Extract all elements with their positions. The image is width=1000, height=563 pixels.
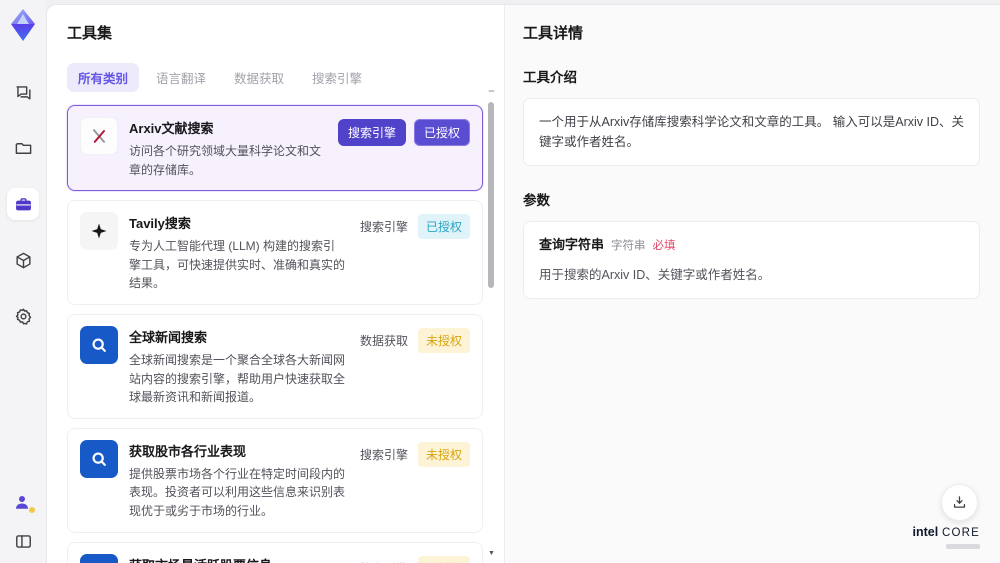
param-desc: 用于搜索的Arxiv ID、关键字或作者姓名。 [539, 267, 771, 282]
tool-desc: 专为人工智能代理 (LLM) 构建的搜索引擎工具，可快速提供实时、准确和真实的结… [129, 239, 346, 291]
scrollbar-thumb[interactable] [488, 102, 494, 288]
tab-all-categories[interactable]: 所有类别 [67, 63, 140, 92]
chat-icon[interactable] [7, 76, 39, 108]
tool-tags: 数据获取 未授权 [358, 326, 470, 407]
status-badge: 未授权 [417, 327, 470, 353]
sparkle-icon [80, 212, 118, 251]
category-tabs: 所有类别 语言翻译 数据获取 搜索引擎 [67, 63, 504, 92]
toolbox-icon[interactable] [7, 188, 39, 220]
brand-subline [946, 544, 980, 549]
brand-core: CORE [941, 527, 980, 539]
tool-detail-panel: 工具详情 工具介绍 一个用于从Arxiv存储库搜索科学论文和文章的工具。 输入可… [504, 5, 1000, 563]
intel-core-logo: intel CORE [912, 523, 980, 549]
page-title: 工具集 [67, 25, 113, 42]
params-heading: 参数 [523, 193, 550, 208]
user-avatar[interactable] [13, 493, 35, 513]
left-rail [0, 0, 46, 563]
tool-title: 获取股市各行业表现 [129, 443, 247, 459]
folder-icon[interactable] [7, 132, 39, 164]
tool-title: Arxiv文献搜索 [129, 121, 214, 136]
tool-card-arxiv[interactable]: Arxiv文献搜索 访问各个研究领域大量科学论文和文章的存储库。 搜索引擎 已授… [67, 105, 483, 192]
tool-desc: 全球新闻搜索是一个聚合全球各大新闻网站内容的搜索引擎，帮助用户快速获取全球最新资… [129, 352, 346, 405]
tool-desc: 提供股票市场各个行业在特定时间段内的表现。投资者可以利用这些信息来识别表现优于或… [129, 466, 346, 518]
detail-title: 工具详情 [523, 25, 584, 42]
app-logo[interactable] [9, 8, 37, 42]
status-badge: 已授权 [417, 214, 470, 240]
collapse-sidebar-icon[interactable] [11, 529, 35, 553]
scroll-up-arrow[interactable]: ▔ [488, 92, 495, 99]
status-badge: 未授权 [417, 441, 470, 467]
tab-data-fetch[interactable]: 数据获取 [223, 63, 295, 92]
list-scrollbar[interactable]: ▔ ▼ [488, 92, 495, 557]
category-tag[interactable]: 搜索引擎 [337, 119, 406, 146]
param-type: 字符串 [611, 240, 646, 252]
tool-text: 获取市场最活跃股票信息 提供当天交易量最高的股票列表，投资者可以利用这些信息来识… [129, 554, 347, 563]
category-tag: 搜索引擎 [359, 447, 408, 462]
tool-card-sector-performance[interactable]: 获取股市各行业表现 提供股票市场各个行业在特定时间段内的表现。投资者可以利用这些… [67, 427, 483, 533]
scroll-down-arrow[interactable]: ▼ [488, 550, 495, 557]
settings-gear-icon[interactable] [7, 300, 39, 332]
tool-title: 全球新闻搜索 [129, 329, 208, 345]
rail-nav [7, 76, 39, 332]
tool-card-list: Arxiv文献搜索 访问各个研究领域大量科学论文和文章的存储库。 搜索引擎 已授… [67, 105, 483, 563]
stock-search-icon [80, 439, 118, 478]
app-window: 工具集 所有类别 语言翻译 数据获取 搜索引擎 Arxiv文献搜索 访问各个研究… [0, 0, 1000, 563]
tool-text: 全球新闻搜索 全球新闻搜索是一个聚合全球各大新闻网站内容的搜索引擎，帮助用户快速… [129, 326, 347, 407]
intro-text: 一个用于从Arxiv存储库搜索科学论文和文章的工具。 输入可以是Arxiv ID… [539, 115, 965, 149]
package-icon[interactable] [7, 244, 39, 276]
param-name: 查询字符串 [539, 237, 605, 252]
content-shell: 工具集 所有类别 语言翻译 数据获取 搜索引擎 Arxiv文献搜索 访问各个研究… [46, 4, 1000, 563]
tool-tags: 搜索引擎 未授权 [358, 554, 470, 563]
download-icon [953, 496, 966, 508]
tool-text: Tavily搜索 专为人工智能代理 (LLM) 构建的搜索引擎工具，可快速提供实… [129, 212, 347, 293]
rail-bottom [11, 493, 35, 553]
stock-search-icon [80, 553, 118, 563]
tool-title: Tavily搜索 [129, 216, 191, 232]
tool-text: Arxiv文献搜索 访问各个研究领域大量科学论文和文章的存储库。 [129, 117, 327, 179]
download-button[interactable] [941, 484, 978, 521]
category-tag: 搜索引擎 [359, 220, 408, 235]
arxiv-logo-icon [80, 117, 118, 155]
tool-desc: 访问各个研究领域大量科学论文和文章的存储库。 [129, 144, 322, 177]
category-tag: 搜索引擎 [358, 556, 410, 563]
toolset-panel: 工具集 所有类别 语言翻译 数据获取 搜索引擎 Arxiv文献搜索 访问各个研究… [47, 5, 504, 563]
status-badge[interactable]: 已授权 [413, 119, 470, 146]
tool-card-tavily[interactable]: Tavily搜索 专为人工智能代理 (LLM) 构建的搜索引擎工具，可快速提供实… [67, 200, 483, 305]
brand-intel: intel [912, 525, 939, 539]
tool-tags: 搜索引擎 未授权 [358, 440, 470, 521]
param-box: 查询字符串 字符串 必填 用于搜索的Arxiv ID、关键字或作者姓名。 [523, 221, 980, 299]
category-tag: 数据获取 [359, 333, 408, 348]
news-search-icon [80, 325, 118, 364]
tab-search-engine[interactable]: 搜索引擎 [301, 63, 373, 92]
param-required-flag: 必填 [652, 240, 676, 252]
tab-translation[interactable]: 语言翻译 [145, 63, 217, 92]
tool-card-most-active-stocks[interactable]: 获取市场最活跃股票信息 提供当天交易量最高的股票列表，投资者可以利用这些信息来识… [67, 541, 483, 563]
tool-card-global-news[interactable]: 全球新闻搜索 全球新闻搜索是一个聚合全球各大新闻网站内容的搜索引擎，帮助用户快速… [67, 313, 483, 419]
status-badge: 未授权 [417, 555, 470, 563]
intro-heading: 工具介绍 [523, 70, 577, 85]
tool-tags: 搜索引擎 已授权 [358, 212, 470, 293]
tool-title: 获取市场最活跃股票信息 [129, 555, 347, 563]
tool-text: 获取股市各行业表现 提供股票市场各个行业在特定时间段内的表现。投资者可以利用这些… [129, 440, 347, 521]
avatar-status-dot [29, 507, 35, 513]
tool-tags: 搜索引擎 已授权 [337, 117, 470, 179]
param-head: 查询字符串 字符串 必填 [539, 235, 964, 256]
intro-box: 一个用于从Arxiv存储库搜索科学论文和文章的工具。 输入可以是Arxiv ID… [523, 98, 980, 166]
